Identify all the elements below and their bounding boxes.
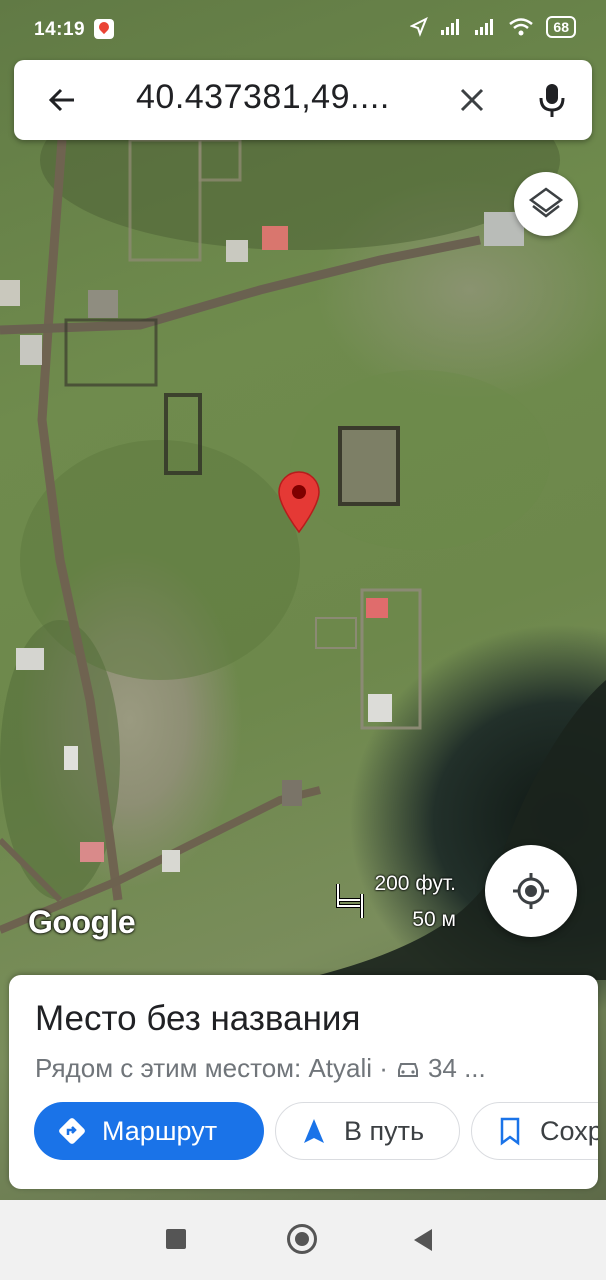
system-nav-bar bbox=[0, 1200, 606, 1280]
place-subtitle: Рядом с этим местом: Atyali · 34 ... bbox=[35, 1053, 486, 1084]
bookmark-icon bbox=[500, 1117, 520, 1146]
save-button[interactable]: Сохр bbox=[471, 1102, 598, 1160]
directions-icon bbox=[59, 1118, 85, 1144]
back-triangle-icon[interactable] bbox=[414, 1229, 432, 1251]
recent-apps-icon[interactable] bbox=[166, 1229, 186, 1249]
search-query[interactable]: 40.437381,49.... bbox=[136, 78, 390, 117]
home-icon[interactable] bbox=[287, 1224, 317, 1254]
map-scale: 200 фут. 50 м bbox=[336, 872, 466, 934]
google-logo: Google bbox=[28, 904, 136, 940]
status-time: 14:19 bbox=[34, 19, 86, 40]
place-card[interactable]: Место без названия Рядом с этим местом: … bbox=[9, 975, 598, 1189]
signal-icon bbox=[475, 19, 494, 35]
battery-indicator: 68 bbox=[546, 16, 576, 38]
place-title: Место без названия bbox=[35, 999, 361, 1038]
status-bar: 14:19 68 bbox=[0, 0, 606, 60]
status-icons: 68 bbox=[410, 16, 576, 38]
scale-label-meters: 50 м bbox=[412, 908, 456, 931]
location-arrow-icon bbox=[410, 17, 429, 37]
place-nearby: Рядом с этим местом: Atyali · bbox=[35, 1053, 388, 1083]
route-button-label: Маршрут bbox=[102, 1115, 218, 1146]
search-bar[interactable]: 40.437381,49.... bbox=[14, 60, 592, 140]
map-pin-icon[interactable] bbox=[276, 470, 322, 534]
route-button[interactable]: Маршрут bbox=[34, 1102, 264, 1160]
navigation-arrow-icon bbox=[304, 1119, 324, 1143]
scale-label-feet: 200 фут. bbox=[374, 872, 456, 895]
arrow-back-icon[interactable] bbox=[44, 82, 80, 118]
start-button[interactable]: В путь bbox=[275, 1102, 460, 1160]
my-location-icon bbox=[513, 873, 549, 909]
drive-time: 34 ... bbox=[427, 1053, 486, 1083]
layers-icon bbox=[528, 187, 564, 218]
google-maps-icon bbox=[94, 19, 114, 39]
signal-icon bbox=[441, 19, 460, 35]
my-location-button[interactable] bbox=[485, 845, 577, 937]
save-button-label: Сохр bbox=[540, 1115, 598, 1146]
mic-icon[interactable] bbox=[536, 80, 568, 120]
close-icon[interactable] bbox=[454, 82, 490, 118]
start-button-label: В путь bbox=[344, 1115, 425, 1146]
wifi-icon bbox=[509, 18, 534, 36]
layers-button[interactable] bbox=[514, 172, 578, 236]
car-icon bbox=[397, 1062, 418, 1077]
